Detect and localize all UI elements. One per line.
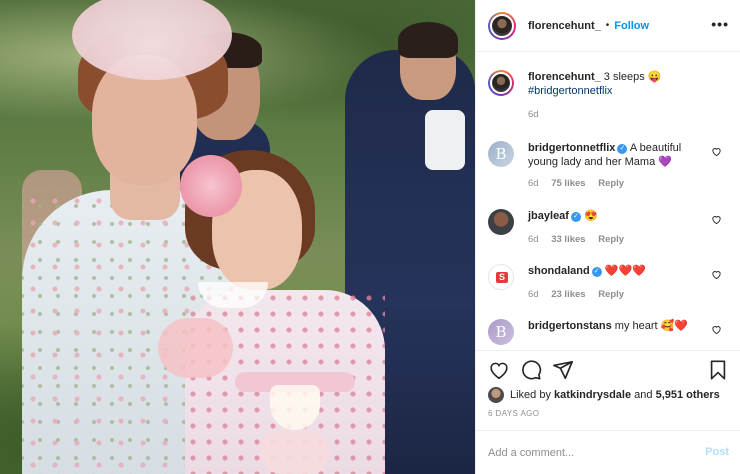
comment-username[interactable]: bridgertonstans xyxy=(528,320,612,332)
bookmark-icon[interactable] xyxy=(707,359,729,381)
post-header: florencehunt_ • Follow ••• xyxy=(476,0,740,52)
comment-username[interactable]: jbayleaf xyxy=(528,210,569,222)
heart-icon[interactable] xyxy=(711,146,722,157)
comment-meta: 6d 23 likes Reply xyxy=(528,288,708,302)
comment-emoji: 🥰❤️ xyxy=(660,320,689,332)
instagram-post: florencehunt_ • Follow ••• florencehunt_… xyxy=(0,0,740,474)
more-icon[interactable]: ••• xyxy=(711,16,729,32)
liked-by-label: Liked by xyxy=(510,389,551,401)
comment-username[interactable]: shondaland xyxy=(528,265,590,277)
header-separator: • xyxy=(605,20,610,31)
add-comment-bar: Post xyxy=(476,430,740,474)
caption-avatar[interactable] xyxy=(488,70,514,96)
girl-hair-flower xyxy=(180,155,242,217)
comment-likes[interactable]: 75 likes xyxy=(551,178,585,189)
caption-hashtag[interactable]: #bridgertonnetflix xyxy=(528,85,612,97)
comment-meta: 6d 33 likes Reply xyxy=(528,233,708,247)
follow-button[interactable]: Follow xyxy=(614,20,649,32)
man-collar xyxy=(425,110,465,170)
girl-glove xyxy=(260,430,330,474)
comment-text: my heart xyxy=(614,320,658,332)
commenter-avatar[interactable] xyxy=(488,209,514,235)
woman-glove xyxy=(158,318,233,378)
heart-icon[interactable] xyxy=(488,359,510,381)
comment-icon[interactable] xyxy=(520,359,542,381)
comment-age[interactable]: 6d xyxy=(528,234,539,245)
comment-likes[interactable]: 23 likes xyxy=(551,289,585,300)
commenter-avatar[interactable]: B xyxy=(488,319,514,345)
heart-icon[interactable] xyxy=(711,269,722,280)
share-icon[interactable] xyxy=(552,359,574,381)
post-photo[interactable] xyxy=(0,0,475,474)
comments-list: florencehunt_ 3 sleeps 😛 #bridgertonnetf… xyxy=(476,53,740,349)
post-actions xyxy=(476,350,740,390)
comment-age[interactable]: 6d xyxy=(528,289,539,300)
post-date[interactable]: 6 DAYS AGO xyxy=(488,409,539,418)
post-button[interactable]: Post xyxy=(705,446,729,458)
author-avatar[interactable] xyxy=(488,11,516,40)
liker-avatar[interactable] xyxy=(488,387,504,403)
comment-meta: 6d 75 likes Reply xyxy=(528,177,708,191)
reply-button[interactable]: Reply xyxy=(598,289,624,300)
likes-others-link[interactable]: 5,951 others xyxy=(656,389,720,401)
post-side-panel: florencehunt_ • Follow ••• florencehunt_… xyxy=(475,0,740,474)
commenter-avatar[interactable]: B xyxy=(488,141,514,167)
comment-likes[interactable]: 33 likes xyxy=(551,234,585,245)
verified-icon: ✓ xyxy=(591,267,602,277)
comment-body: bridgertonstans my heart 🥰❤️ xyxy=(528,319,708,333)
comment-emoji: ❤️❤️❤️ xyxy=(604,265,646,277)
author-username[interactable]: florencehunt_ xyxy=(528,20,601,32)
reply-button[interactable]: Reply xyxy=(598,234,624,245)
shondaland-logo: S xyxy=(496,272,508,283)
heart-icon[interactable] xyxy=(711,324,722,335)
comment-emoji: 😍 xyxy=(584,210,598,222)
comment-body: shondaland ✓ ❤️❤️❤️ 6d 23 likes Reply xyxy=(528,264,708,302)
comment-body: jbayleaf ✓ 😍 6d 33 likes Reply xyxy=(528,209,708,247)
likes-summary: Liked by katkindrysdale and 5,951 others xyxy=(488,386,738,404)
reply-button[interactable]: Reply xyxy=(598,178,624,189)
verified-icon: ✓ xyxy=(570,212,581,222)
comment-age[interactable]: 6d xyxy=(528,178,539,189)
caption-body: florencehunt_ 3 sleeps 😛 #bridgertonnetf… xyxy=(528,70,708,122)
likes-connector: and xyxy=(634,389,653,401)
caption-age[interactable]: 6d xyxy=(528,109,539,120)
liker-username[interactable]: katkindrysdale xyxy=(554,389,631,401)
caption-text: 3 sleeps xyxy=(603,71,645,83)
caption-meta: 6d xyxy=(528,108,708,122)
caption-username[interactable]: florencehunt_ xyxy=(528,71,601,83)
verified-icon: ✓ xyxy=(617,144,628,154)
caption-emoji: 😛 xyxy=(647,71,662,83)
commenter-avatar[interactable]: S xyxy=(488,264,514,290)
comment-body: bridgertonnetflix ✓ A beautiful young lad… xyxy=(528,141,708,191)
comment-username[interactable]: bridgertonnetflix xyxy=(528,142,615,154)
comment-emoji: 💜 xyxy=(658,156,672,168)
man-hair xyxy=(398,22,458,58)
comment-input[interactable] xyxy=(488,446,688,459)
heart-icon[interactable] xyxy=(711,214,722,225)
